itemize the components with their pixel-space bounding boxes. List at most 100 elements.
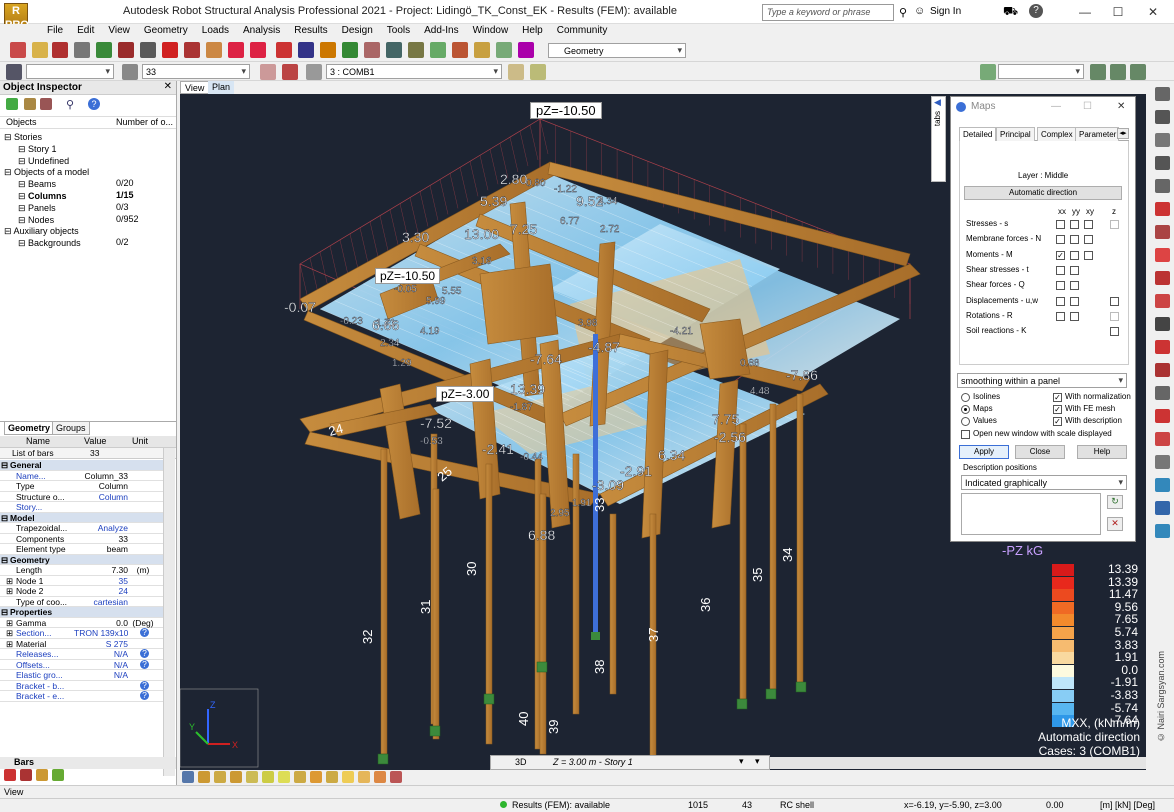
- map-quantity-checkbox[interactable]: [1110, 296, 1119, 306]
- property-name[interactable]: Offsets...: [16, 660, 72, 670]
- minimize-button[interactable]: —: [1070, 3, 1100, 21]
- map-quantity-checkbox[interactable]: [1070, 281, 1079, 291]
- property-value[interactable]: N/A: [74, 649, 128, 659]
- right-toolbar-tool-icon[interactable]: [1155, 501, 1170, 515]
- description-checkbox[interactable]: ✓: [1053, 417, 1062, 426]
- property-value[interactable]: Column_33: [74, 471, 128, 481]
- cursor-icon[interactable]: [6, 64, 22, 80]
- sign-in-button[interactable]: Sign In: [930, 6, 961, 17]
- maps-close-button[interactable]: Close: [1015, 445, 1065, 459]
- tree-item[interactable]: ⊟ Panels: [18, 202, 56, 214]
- story-dropdown-icon[interactable]: ▾: [739, 756, 744, 767]
- view-home-icon[interactable]: [230, 771, 242, 783]
- map-quantity-checkbox[interactable]: [1084, 250, 1093, 260]
- property-value[interactable]: 33: [74, 534, 128, 544]
- property-value[interactable]: Column: [74, 492, 128, 502]
- horizontal-scrollbar[interactable]: [770, 757, 1146, 769]
- property-section[interactable]: ⊟ Geometry: [0, 554, 163, 565]
- storey-down-icon[interactable]: [1110, 64, 1126, 80]
- close-button[interactable]: ✕: [1138, 3, 1168, 21]
- right-toolbar-tool-icon[interactable]: [1155, 386, 1170, 400]
- sections-icon[interactable]: [518, 42, 534, 58]
- property-section[interactable]: ⊟ General: [0, 460, 163, 471]
- menu-window[interactable]: Window: [466, 24, 516, 38]
- tab-groups[interactable]: Groups: [52, 422, 90, 435]
- menu-add-ins[interactable]: Add-Ins: [417, 24, 465, 38]
- map-quantity-checkbox[interactable]: [1084, 235, 1093, 245]
- case-list-icon[interactable]: [306, 64, 322, 80]
- model-icon[interactable]: [430, 42, 446, 58]
- menu-tools[interactable]: Tools: [380, 24, 417, 38]
- save-icon[interactable]: [52, 42, 68, 58]
- menu-help[interactable]: Help: [515, 24, 550, 38]
- row-expand-icon[interactable]: ⊞: [6, 576, 13, 586]
- desc-list[interactable]: [961, 493, 1101, 535]
- menu-analysis[interactable]: Analysis: [236, 24, 287, 38]
- maximize-button[interactable]: ☐: [1103, 3, 1133, 21]
- tree-item[interactable]: ⊟ Beams: [18, 178, 56, 190]
- automatic-direction-button[interactable]: Automatic direction: [964, 186, 1122, 200]
- right-toolbar-tool-icon[interactable]: [1155, 317, 1170, 331]
- map-quantity-checkbox[interactable]: [1056, 220, 1065, 229]
- map-quantity-checkbox[interactable]: [1084, 220, 1093, 229]
- menu-geometry[interactable]: Geometry: [137, 24, 195, 38]
- inspector-close-icon[interactable]: ✕: [164, 81, 172, 92]
- storey-combo[interactable]: [998, 64, 1084, 79]
- view-fit-icon[interactable]: [246, 771, 258, 783]
- tab-view[interactable]: View: [180, 81, 210, 94]
- funnel-icon[interactable]: [24, 98, 36, 110]
- right-toolbar-tool-icon[interactable]: [1155, 455, 1170, 469]
- tree-item[interactable]: ⊟ Undefined: [18, 155, 69, 167]
- panels-view-icon[interactable]: [36, 769, 48, 781]
- property-help-icon[interactable]: ?: [140, 691, 149, 700]
- section-collapse-icon[interactable]: ⊟: [1, 513, 8, 523]
- layers-icon[interactable]: [386, 42, 402, 58]
- map-quantity-checkbox[interactable]: [1110, 311, 1119, 321]
- right-toolbar-tool-icon[interactable]: [1155, 340, 1170, 354]
- loads-view-icon[interactable]: [52, 769, 64, 781]
- view-grid-icon[interactable]: [326, 771, 338, 783]
- user-icon[interactable]: ☺: [914, 5, 925, 17]
- map-quantity-checkbox[interactable]: [1110, 220, 1119, 229]
- case-next-icon[interactable]: [508, 64, 524, 80]
- property-help-icon[interactable]: ?: [140, 680, 149, 690]
- inspector-help-icon[interactable]: ?: [88, 98, 100, 110]
- property-section[interactable]: ⊟ Properties: [0, 607, 163, 618]
- filter-icon[interactable]: [6, 98, 18, 110]
- property-section[interactable]: ⊟ Model: [0, 512, 163, 523]
- property-value[interactable]: S 275: [74, 639, 128, 649]
- view-zoom-icon[interactable]: [198, 771, 210, 783]
- property-name[interactable]: Section...: [16, 628, 72, 638]
- property-value[interactable]: beam: [74, 544, 128, 554]
- right-toolbar-tool-icon[interactable]: [1155, 363, 1170, 377]
- map-quantity-checkbox[interactable]: ✓: [1056, 250, 1065, 260]
- view-rotate-icon[interactable]: [182, 771, 194, 783]
- property-help-icon[interactable]: ?: [140, 649, 149, 658]
- fe-mesh-checkbox[interactable]: ✓: [1053, 405, 1062, 414]
- storey-up-icon[interactable]: [1090, 64, 1106, 80]
- tab-plan[interactable]: Plan: [208, 81, 235, 94]
- tabs-strip[interactable]: ◀ tabs: [931, 96, 946, 182]
- section-collapse-icon[interactable]: ⊟: [1, 555, 8, 565]
- map-quantity-checkbox[interactable]: [1070, 235, 1079, 245]
- tools-icon[interactable]: [140, 42, 156, 58]
- case-prev-icon[interactable]: [530, 64, 546, 80]
- view-3d-label[interactable]: 3D: [515, 757, 527, 767]
- redo-icon[interactable]: [250, 42, 266, 58]
- tree-expand-icon[interactable]: ⊟: [18, 191, 28, 201]
- view-display-icon[interactable]: [310, 771, 322, 783]
- design-icon[interactable]: [452, 42, 468, 58]
- maps-tab-detailed[interactable]: Detailed: [959, 127, 997, 141]
- case-edit-icon[interactable]: [282, 64, 298, 80]
- view-section-icon[interactable]: [278, 771, 290, 783]
- list-of-bars-value[interactable]: 33: [90, 448, 99, 458]
- tree-expand-icon[interactable]: ⊟: [18, 238, 28, 248]
- property-value[interactable]: Column: [74, 481, 128, 491]
- tree-expand-icon[interactable]: ⊟: [18, 179, 28, 189]
- cut-icon[interactable]: [184, 42, 200, 58]
- storey-all-icon[interactable]: [1130, 64, 1146, 80]
- property-name[interactable]: Releases...: [16, 649, 72, 659]
- tree-expand-icon[interactable]: ⊟: [4, 226, 14, 236]
- property-value[interactable]: Analyze: [74, 523, 128, 533]
- menu-edit[interactable]: Edit: [70, 24, 101, 38]
